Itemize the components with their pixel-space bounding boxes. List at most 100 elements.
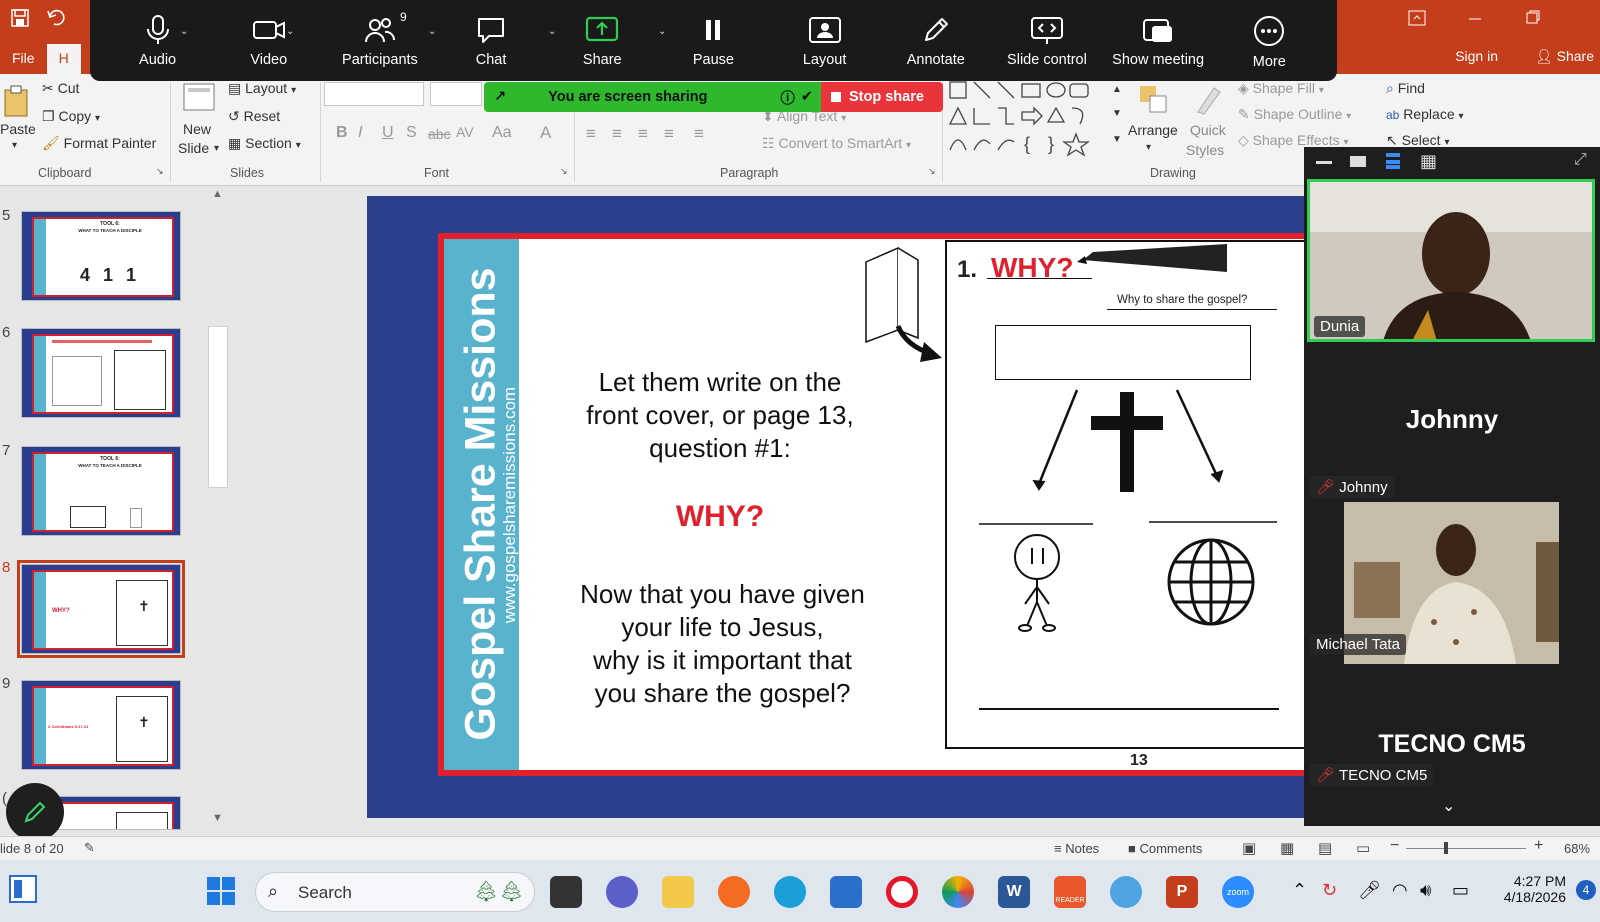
shape-outline-button[interactable]: ✎ Shape Outline ▾ bbox=[1238, 106, 1351, 123]
undo-icon[interactable] bbox=[46, 8, 68, 33]
shadow-button[interactable]: S bbox=[406, 124, 417, 142]
bold-button[interactable]: B bbox=[336, 124, 348, 142]
sign-in-link[interactable]: Sign in bbox=[1455, 48, 1498, 64]
arrange-dropdown-icon[interactable]: ▾ bbox=[1146, 142, 1151, 153]
show-meeting-button[interactable]: Show meeting bbox=[1104, 0, 1212, 81]
notes-page-icon[interactable]: ✎ bbox=[84, 840, 95, 856]
paste-icon[interactable] bbox=[2, 84, 32, 121]
zoom-slider-thumb[interactable] bbox=[1444, 842, 1448, 854]
shapes-scroll-up-icon[interactable]: ▲ bbox=[1112, 84, 1122, 95]
quick-styles-icon[interactable] bbox=[1192, 82, 1226, 119]
video-button[interactable]: Video bbox=[215, 0, 323, 81]
audio-button[interactable]: Audio bbox=[104, 0, 212, 81]
font-launcher-icon[interactable]: ↘ bbox=[560, 166, 568, 177]
sync-icon[interactable]: ↻ bbox=[1322, 880, 1337, 901]
speaker-view-icon[interactable] bbox=[1350, 156, 1366, 167]
new-slide-label-1[interactable]: New bbox=[183, 121, 211, 137]
annotation-pen-button[interactable] bbox=[6, 783, 64, 841]
wifi-icon[interactable]: ◠ bbox=[1392, 880, 1408, 901]
shield-check-icon[interactable]: ✔ bbox=[801, 89, 813, 105]
notes-button[interactable]: ≡ Notes bbox=[1054, 841, 1099, 856]
participants-button[interactable]: Participants bbox=[326, 0, 434, 81]
participant-video-dunia[interactable]: Dunia bbox=[1307, 179, 1595, 342]
tab-home[interactable]: H bbox=[46, 44, 81, 74]
new-slide-label-2[interactable]: Slide bbox=[178, 140, 209, 156]
replace-button[interactable]: ab Replace ▾ bbox=[1386, 106, 1464, 122]
ribbon-display-icon[interactable] bbox=[1408, 10, 1426, 29]
share-screen-button[interactable]: Share bbox=[548, 0, 656, 81]
audio-options-caret-icon[interactable]: ⌄ bbox=[180, 26, 188, 37]
strip-view-icon[interactable] bbox=[1386, 153, 1400, 169]
strikethrough-button[interactable]: abc bbox=[428, 126, 451, 142]
justify-icon[interactable]: ≡ bbox=[664, 124, 674, 144]
format-painter-button[interactable]: 🖌︎ Format Painter bbox=[42, 135, 156, 152]
new-slide-icon[interactable] bbox=[182, 82, 216, 115]
character-spacing-button[interactable]: AV bbox=[456, 124, 474, 140]
zoom-out-icon[interactable]: − bbox=[1390, 837, 1399, 855]
comments-button[interactable]: ■ Comments bbox=[1128, 841, 1202, 856]
photos-icon[interactable] bbox=[942, 876, 974, 908]
slide-thumbnail-selected[interactable]: WHY? ✝ bbox=[17, 560, 185, 658]
chat-options-caret-icon[interactable]: ⌄ bbox=[548, 26, 556, 37]
share-options-caret-icon[interactable]: ⌄ bbox=[658, 26, 666, 37]
slide-thumbnail[interactable]: TOOL 6: WHAT TO TEACH A DISCIPLE 4 1 1 bbox=[21, 211, 181, 301]
opera-icon[interactable] bbox=[886, 876, 918, 908]
find-button[interactable]: ⌕ Find bbox=[1386, 80, 1425, 97]
slide-thumbnail[interactable]: 2 Corinthians 5:17-21 ✝ bbox=[21, 680, 181, 770]
zoom-in-icon[interactable]: + bbox=[1534, 837, 1543, 855]
shapes-gallery[interactable]: {} bbox=[948, 80, 1112, 163]
microsoft-store-icon[interactable] bbox=[830, 876, 862, 908]
slide-sorter-icon[interactable]: ▦ bbox=[1280, 839, 1294, 857]
windows-start-icon[interactable] bbox=[206, 876, 236, 906]
pause-share-button[interactable]: Pause bbox=[659, 0, 767, 81]
section-button[interactable]: ▦ Section ▾ bbox=[228, 135, 301, 152]
italic-button[interactable]: I bbox=[358, 124, 362, 142]
chevron-down-icon[interactable]: ⌄ bbox=[1442, 796, 1455, 816]
align-right-icon[interactable]: ≡ bbox=[638, 124, 648, 144]
reset-button[interactable]: ↺ Reset bbox=[228, 108, 280, 125]
scroll-up-icon[interactable]: ▲ bbox=[212, 188, 223, 200]
stop-share-button[interactable]: Stop share bbox=[821, 82, 943, 112]
convert-smartart-button[interactable]: ☷ Convert to SmartArt ▾ bbox=[762, 135, 911, 152]
slide-thumbnail[interactable] bbox=[21, 328, 181, 418]
gallery-view-icon[interactable]: ▦ bbox=[1420, 151, 1437, 172]
font-name-field[interactable] bbox=[324, 82, 424, 106]
quick-styles-label-1[interactable]: Quick bbox=[1190, 122, 1226, 138]
shapes-scroll-down-icon[interactable]: ▼ bbox=[1112, 108, 1122, 119]
video-options-caret-icon[interactable]: ⌄ bbox=[286, 26, 294, 37]
teams-chat-icon[interactable] bbox=[606, 876, 638, 908]
zoom-slider[interactable] bbox=[1406, 848, 1526, 849]
microphone-tray-icon[interactable]: 🎤︎ bbox=[1358, 880, 1381, 901]
scrollbar-thumb[interactable] bbox=[208, 326, 228, 488]
slide-control-button[interactable]: Slide control bbox=[993, 0, 1101, 81]
minimize-video-icon[interactable] bbox=[1316, 161, 1332, 164]
layout-button[interactable]: ▤ Layout ▾ bbox=[228, 80, 296, 97]
participants-options-caret-icon[interactable]: ⌄ bbox=[428, 26, 436, 37]
powerpoint-icon[interactable]: P bbox=[1166, 876, 1198, 908]
notification-badge[interactable]: 4 bbox=[1576, 880, 1596, 900]
scroll-down-icon[interactable]: ▼ bbox=[212, 812, 223, 824]
change-case-button[interactable]: Aa bbox=[492, 124, 512, 142]
zoom-app-icon[interactable]: zoom bbox=[1222, 876, 1254, 908]
restore-icon[interactable] bbox=[1526, 10, 1540, 27]
chat-button[interactable]: Chat bbox=[437, 0, 545, 81]
slideshow-icon[interactable]: ▭ bbox=[1356, 839, 1370, 857]
slide-thumbnail[interactable]: TOOL 6: WHAT TO TEACH A DISCIPLE bbox=[21, 446, 181, 536]
share-document-button[interactable]: 👤︎ Share bbox=[1535, 48, 1594, 65]
chevron-up-icon[interactable]: ⌃ bbox=[1292, 880, 1307, 901]
thumbnail-scrollbar[interactable] bbox=[208, 188, 228, 828]
underline-button[interactable]: U bbox=[382, 124, 394, 142]
info-circle-icon[interactable]: ⓘ bbox=[780, 87, 795, 108]
paste-dropdown-icon[interactable]: ▾ bbox=[12, 140, 17, 151]
expand-icon[interactable]: ⤢ bbox=[1574, 151, 1587, 169]
copy-button[interactable]: ❐ Copy ▾ bbox=[42, 108, 100, 125]
columns-icon[interactable]: ≡ bbox=[694, 124, 704, 144]
file-explorer-icon[interactable] bbox=[662, 876, 694, 908]
paste-button[interactable]: Paste bbox=[0, 121, 36, 137]
more-button[interactable]: More bbox=[1215, 0, 1323, 81]
align-left-icon[interactable]: ≡ bbox=[586, 124, 596, 144]
font-color-button[interactable]: A bbox=[540, 123, 551, 143]
paragraph-launcher-icon[interactable]: ↘ bbox=[928, 166, 936, 177]
arrange-button[interactable]: Arrange bbox=[1128, 122, 1178, 138]
task-view-icon[interactable] bbox=[550, 876, 582, 908]
